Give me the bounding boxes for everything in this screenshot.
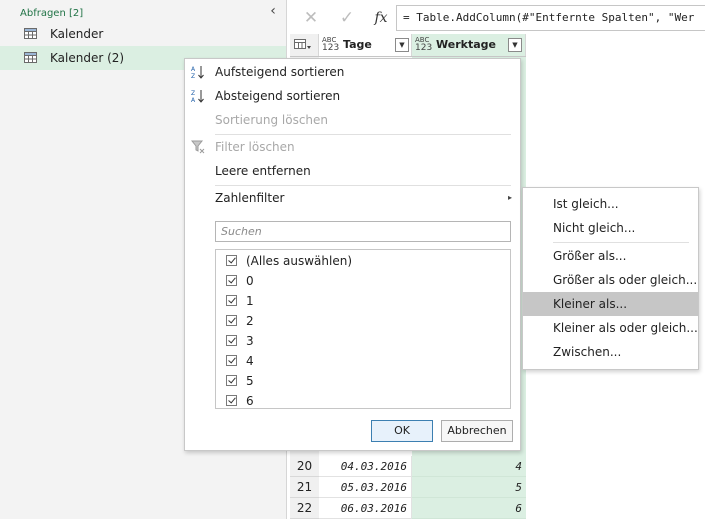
menu-divider — [215, 134, 511, 135]
submenu-item-greater-than[interactable]: Größer als... — [523, 244, 698, 268]
clear-filter-item[interactable]: Filter löschen — [185, 136, 520, 158]
clear-filter-label: Filter löschen — [215, 140, 295, 154]
clear-sort-label: Sortierung löschen — [215, 113, 329, 127]
submenu-arrow-icon: ▸ — [507, 193, 512, 202]
value-label: (Alles auswählen) — [246, 254, 352, 268]
submenu-item-label: Nicht gleich... — [553, 221, 636, 235]
filter-value-list: (Alles auswählen) 0 1 2 3 4 5 6 — [215, 249, 511, 409]
insert-function-icon[interactable]: fx — [368, 7, 394, 29]
value-label: 1 — [246, 294, 254, 308]
checkbox[interactable] — [226, 315, 237, 326]
checkbox[interactable] — [226, 375, 237, 386]
number-filters-submenu: Ist gleich... Nicht gleich... Größer als… — [522, 187, 699, 370]
cell-tage[interactable]: 05.03.2016 — [319, 477, 412, 498]
cell-tage[interactable]: 06.03.2016 — [319, 498, 412, 519]
query-item-label: Kalender — [50, 27, 104, 41]
sort-descending-item[interactable]: Z A Absteigend sortieren — [185, 85, 520, 107]
cell-werktage[interactable]: 6 — [412, 498, 526, 519]
svg-text:A: A — [191, 97, 196, 103]
search-input[interactable] — [215, 221, 511, 242]
value-label: 0 — [246, 274, 254, 288]
queries-pane-title: Abfragen [2] — [20, 8, 84, 19]
submenu-item-label: Größer als oder gleich... — [553, 273, 698, 287]
cell-werktage[interactable]: 5 — [412, 477, 526, 498]
submenu-item-label: Kleiner als... — [553, 297, 628, 311]
submenu-item-less-than[interactable]: Kleiner als... — [523, 292, 698, 316]
checkbox[interactable] — [226, 335, 237, 346]
table-menu-icon — [294, 39, 311, 49]
menu-divider — [215, 185, 511, 186]
submenu-item-label: Kleiner als oder gleich... — [553, 321, 698, 335]
checkbox[interactable] — [226, 355, 237, 366]
submenu-item-between[interactable]: Zwischen... — [523, 340, 698, 364]
column-filter-dropdown-icon[interactable]: ▼ — [395, 38, 409, 52]
table-row[interactable]: 20 04.03.2016 4 — [290, 456, 526, 477]
clear-sort-item[interactable]: Sortierung löschen — [185, 109, 520, 131]
submenu-item-greater-or-equal[interactable]: Größer als oder gleich... — [523, 268, 698, 292]
column-title: Tage — [343, 38, 372, 51]
number-filters-item[interactable]: Zahlenfilter ▸ — [185, 187, 520, 209]
table-row[interactable]: 22 06.03.2016 6 — [290, 498, 526, 519]
collapse-pane-button[interactable]: ‹ — [266, 3, 280, 19]
clear-filter-icon — [191, 140, 205, 154]
sort-ascending-icon: A Z — [191, 66, 204, 79]
ok-button[interactable]: OK — [371, 420, 433, 442]
value-label: 5 — [246, 374, 254, 388]
svg-text:A: A — [191, 66, 196, 73]
submenu-item-equals[interactable]: Ist gleich... — [523, 192, 698, 216]
sort-descending-label: Absteigend sortieren — [215, 89, 341, 103]
confirm-formula-icon[interactable]: ✓ — [334, 7, 360, 29]
column-header-tage[interactable]: ABC 123 Tage ▼ — [319, 34, 412, 56]
submenu-item-label: Ist gleich... — [553, 197, 619, 211]
sort-descending-icon: Z A — [191, 90, 204, 103]
submenu-divider — [553, 242, 689, 243]
submenu-item-label: Größer als... — [553, 249, 627, 263]
query-item-kalender[interactable]: Kalender — [0, 22, 286, 46]
cell-werktage[interactable]: 4 — [412, 456, 526, 477]
formula-bar: ✕ ✓ fx = Table.AddColumn(#"Entfernte Spa… — [290, 4, 705, 32]
sort-ascending-label: Aufsteigend sortieren — [215, 65, 345, 79]
submenu-item-less-or-equal[interactable]: Kleiner als oder gleich... — [523, 316, 698, 340]
cancel-button[interactable]: Abbrechen — [441, 420, 513, 442]
checkbox[interactable] — [226, 255, 237, 266]
type-any-icon: ABC 123 — [415, 36, 433, 53]
column-filter-menu: A Z Aufsteigend sortieren Z A Absteigend… — [184, 58, 521, 451]
column-header-werktage[interactable]: ABC 123 Werktage ▼ — [412, 34, 526, 56]
row-number: 22 — [290, 498, 319, 519]
table-icon — [24, 52, 37, 63]
table-row[interactable]: 21 05.03.2016 5 — [290, 477, 526, 498]
remove-empty-item[interactable]: Leere entfernen — [185, 160, 520, 182]
query-item-label: Kalender (2) — [50, 51, 125, 65]
cancel-formula-icon[interactable]: ✕ — [298, 7, 324, 29]
sort-ascending-item[interactable]: A Z Aufsteigend sortieren — [185, 61, 520, 83]
submenu-item-label: Zwischen... — [553, 345, 622, 359]
value-label: 3 — [246, 334, 254, 348]
cell-tage[interactable]: 04.03.2016 — [319, 456, 412, 477]
select-all-corner[interactable] — [290, 34, 319, 56]
checkbox[interactable] — [226, 275, 237, 286]
svg-text:Z: Z — [191, 90, 195, 97]
checkbox[interactable] — [226, 295, 237, 306]
number-filters-label: Zahlenfilter — [215, 191, 285, 205]
value-label: 6 — [246, 394, 254, 408]
value-label: 2 — [246, 314, 254, 328]
svg-text:Z: Z — [191, 73, 195, 79]
type-any-icon: ABC 123 — [322, 36, 340, 53]
formula-input[interactable]: = Table.AddColumn(#"Entfernte Spalten", … — [396, 5, 705, 31]
table-icon — [24, 28, 37, 39]
column-filter-dropdown-icon[interactable]: ▼ — [508, 38, 522, 52]
row-number: 21 — [290, 477, 319, 498]
submenu-item-not-equals[interactable]: Nicht gleich... — [523, 216, 698, 240]
grid-header: ABC 123 Tage ▼ ABC 123 Werktage ▼ — [290, 34, 526, 57]
row-number: 20 — [290, 456, 319, 477]
value-label: 4 — [246, 354, 254, 368]
remove-empty-label: Leere entfernen — [215, 164, 311, 178]
checkbox[interactable] — [226, 395, 237, 406]
column-title: Werktage — [436, 38, 496, 51]
